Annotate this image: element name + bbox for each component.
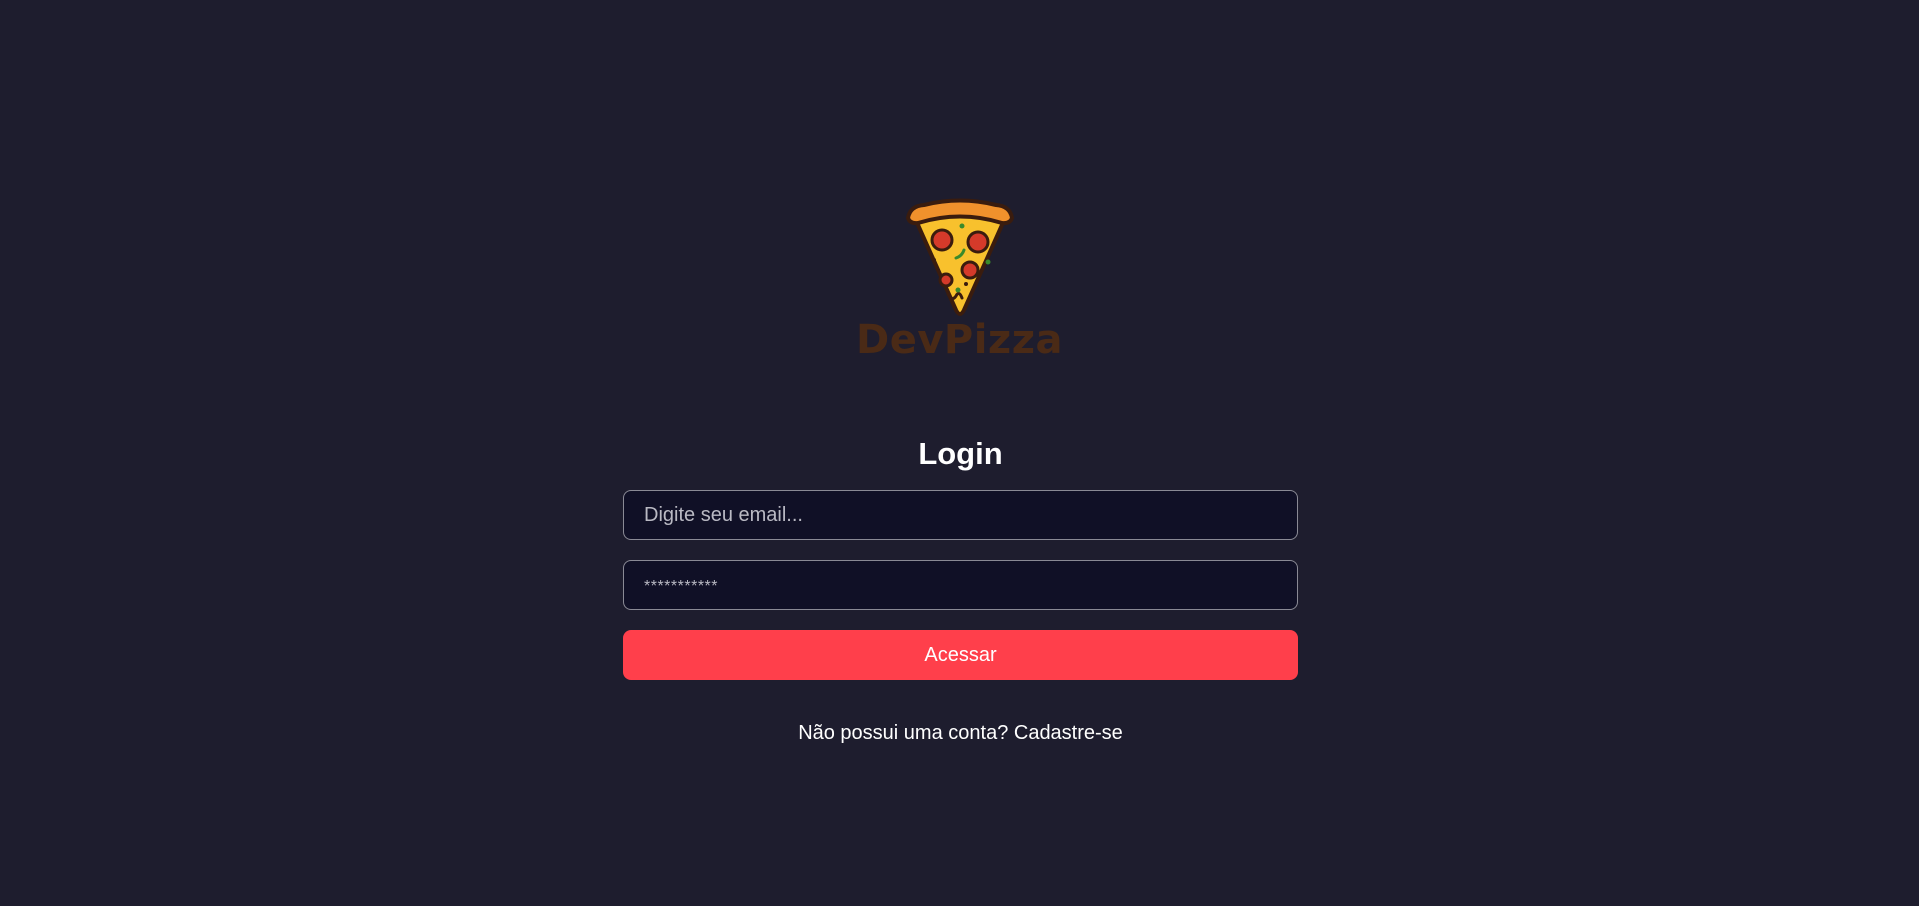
- brand-logo: DevPizza: [0, 198, 1919, 362]
- email-input[interactable]: [623, 490, 1298, 540]
- login-page: DevPizza Login Acessar Não possui uma co…: [0, 0, 1919, 906]
- pizza-slice-icon: [904, 198, 1016, 320]
- password-input[interactable]: [623, 560, 1298, 610]
- login-title: Login: [918, 436, 1003, 471]
- submit-button[interactable]: Acessar: [623, 630, 1298, 680]
- brand-name: DevPizza: [856, 317, 1063, 363]
- login-form: Login Acessar Não possui uma conta? Cada…: [623, 432, 1298, 746]
- signup-link[interactable]: Não possui uma conta? Cadastre-se: [623, 720, 1298, 746]
